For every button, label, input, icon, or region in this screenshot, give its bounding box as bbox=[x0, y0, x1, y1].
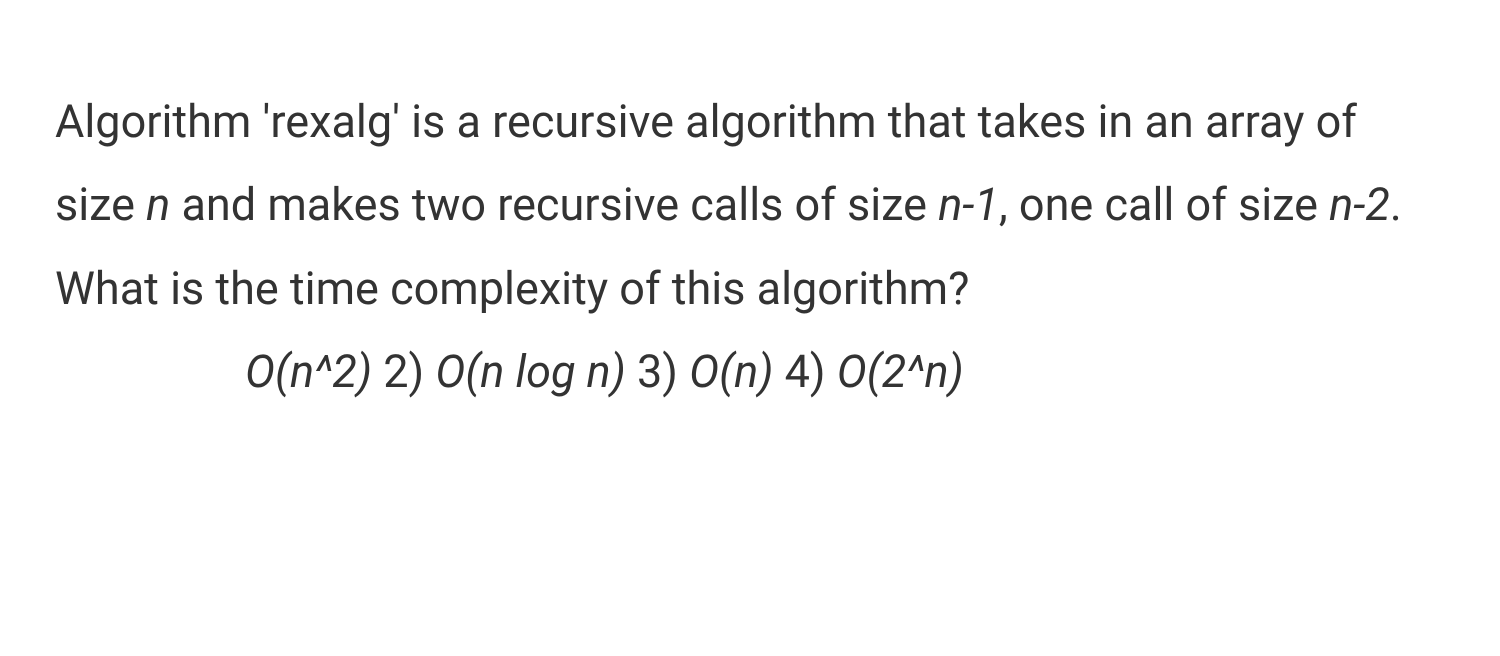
option-number-4: 4) bbox=[773, 345, 836, 398]
option-2: O(n log n) bbox=[435, 345, 626, 398]
option-number-3: 3) bbox=[626, 345, 689, 398]
question-part2: and makes two recursive calls of size bbox=[170, 178, 938, 231]
variable-n: n bbox=[146, 178, 170, 231]
variable-n-minus-1: n-1 bbox=[938, 178, 999, 231]
option-number-2: 2) bbox=[372, 345, 435, 398]
option-3: O(n) bbox=[689, 345, 773, 398]
answer-options: O(n^2) 2) O(n log n) 3) O(n) 4) O(2^n) bbox=[55, 330, 1445, 413]
option-1: O(n^2) bbox=[245, 345, 372, 398]
option-4: O(2^n) bbox=[837, 345, 964, 398]
variable-n-minus-2: n-2 bbox=[1329, 178, 1390, 231]
question-text: Algorithm 'rexalg' is a recursive algori… bbox=[55, 80, 1445, 330]
question-part3: , one call of size bbox=[999, 178, 1329, 231]
